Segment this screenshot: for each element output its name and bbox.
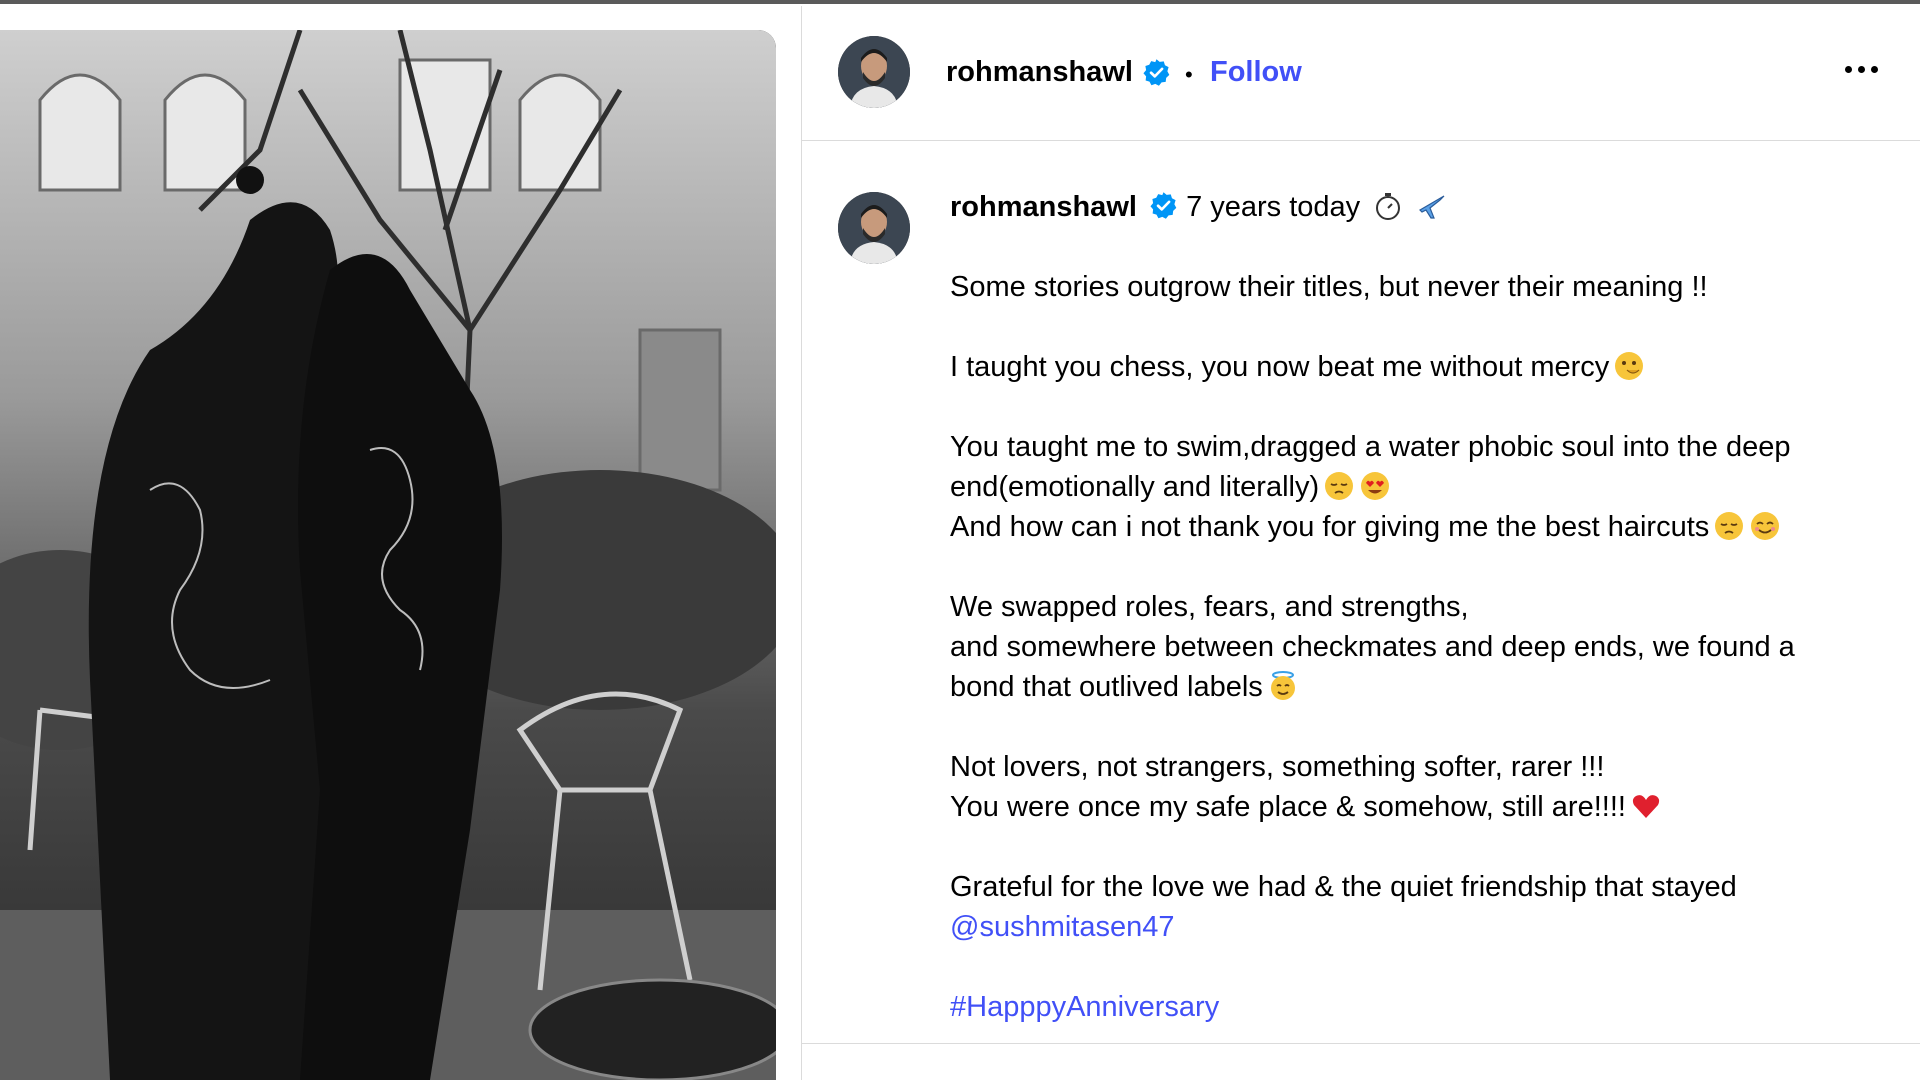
caption-headline-text: 7 years today	[1186, 191, 1361, 223]
post-image-graphic	[0, 30, 776, 1080]
red-heart-icon	[1632, 795, 1660, 818]
caption-line: Some stories outgrow their titles, but n…	[950, 267, 1890, 307]
caption-line-text: bond that outlived labels	[950, 671, 1263, 703]
pensive-face-icon	[1325, 472, 1354, 500]
caption-line: We swapped roles, fears, and strengths,	[950, 587, 1890, 627]
caption-line-text: I taught you chess, you now beat me with…	[950, 351, 1610, 383]
more-options-icon[interactable]	[1845, 66, 1878, 73]
caption-section: rohmanshawl 7 years today Some stories o…	[802, 141, 1920, 1041]
airplane-icon	[1419, 195, 1445, 219]
caption-text: rohmanshawl 7 years today Some stories o…	[950, 187, 1890, 1027]
caption-line-text: end(emotionally and literally)	[950, 471, 1320, 503]
caption-line-text: You taught me to swim,dragged a water ph…	[950, 431, 1791, 463]
caption-line: end(emotionally and literally)	[950, 467, 1890, 507]
caption-headline: rohmanshawl 7 years today	[950, 187, 1890, 227]
caption-link-text[interactable]: #HapppyAnniversary	[950, 991, 1219, 1023]
caption-username[interactable]: rohmanshawl	[950, 191, 1137, 223]
avatar-icon	[838, 192, 910, 264]
separator-dot: •	[1185, 62, 1193, 87]
caption-line-text: Grateful for the love we had & the quiet…	[950, 871, 1737, 903]
stopwatch-icon	[1376, 193, 1401, 220]
author-avatar[interactable]	[838, 36, 910, 108]
caption-line-text: And how can i not thank you for giving m…	[950, 511, 1710, 543]
smiling-face-with-halo-icon	[1270, 671, 1295, 700]
post-header: rohmanshawl • Follow	[802, 6, 1920, 141]
face-with-hand-over-mouth-icon	[1615, 352, 1644, 380]
relieved-face-icon	[1751, 512, 1780, 540]
post-image[interactable]	[0, 30, 776, 1080]
caption-line-text: Some stories outgrow their titles, but n…	[950, 271, 1708, 303]
caption-line-text: We swapped roles, fears, and strengths,	[950, 591, 1469, 623]
caption-line: Grateful for the love we had & the quiet…	[950, 867, 1890, 907]
caption-line: You were once my safe place & somehow, s…	[950, 787, 1890, 827]
heart-eyes-face-icon	[1361, 472, 1390, 500]
verified-badge-icon	[1150, 192, 1177, 219]
caption-line: bond that outlived labels	[950, 667, 1890, 707]
caption-link[interactable]: #HapppyAnniversary	[950, 987, 1890, 1027]
caption-link[interactable]: @sushmitasen47	[950, 907, 1890, 947]
caption-line-text: You were once my safe place & somehow, s…	[950, 791, 1626, 823]
caption-line-text: and somewhere between checkmates and dee…	[950, 631, 1795, 663]
caption-line: And how can i not thank you for giving m…	[950, 507, 1890, 547]
avatar-icon	[838, 36, 910, 108]
caption-line: You taught me to swim,dragged a water ph…	[950, 427, 1890, 467]
author-username[interactable]: rohmanshawl	[946, 56, 1133, 89]
pensive-face-icon	[1715, 512, 1744, 540]
window-top-edge	[0, 0, 1920, 4]
caption-line-text: Not lovers, not strangers, something sof…	[950, 751, 1605, 783]
follow-button[interactable]: Follow	[1210, 56, 1302, 89]
caption-link-text[interactable]: @sushmitasen47	[950, 911, 1175, 943]
verified-badge-icon	[1143, 59, 1170, 86]
actions-divider	[802, 1043, 1920, 1044]
caption-line: and somewhere between checkmates and dee…	[950, 627, 1890, 667]
caption-author-avatar[interactable]	[838, 192, 910, 264]
caption-line: I taught you chess, you now beat me with…	[950, 347, 1890, 387]
caption-line: Not lovers, not strangers, something sof…	[950, 747, 1890, 787]
caption-body: Some stories outgrow their titles, but n…	[950, 267, 1890, 1027]
